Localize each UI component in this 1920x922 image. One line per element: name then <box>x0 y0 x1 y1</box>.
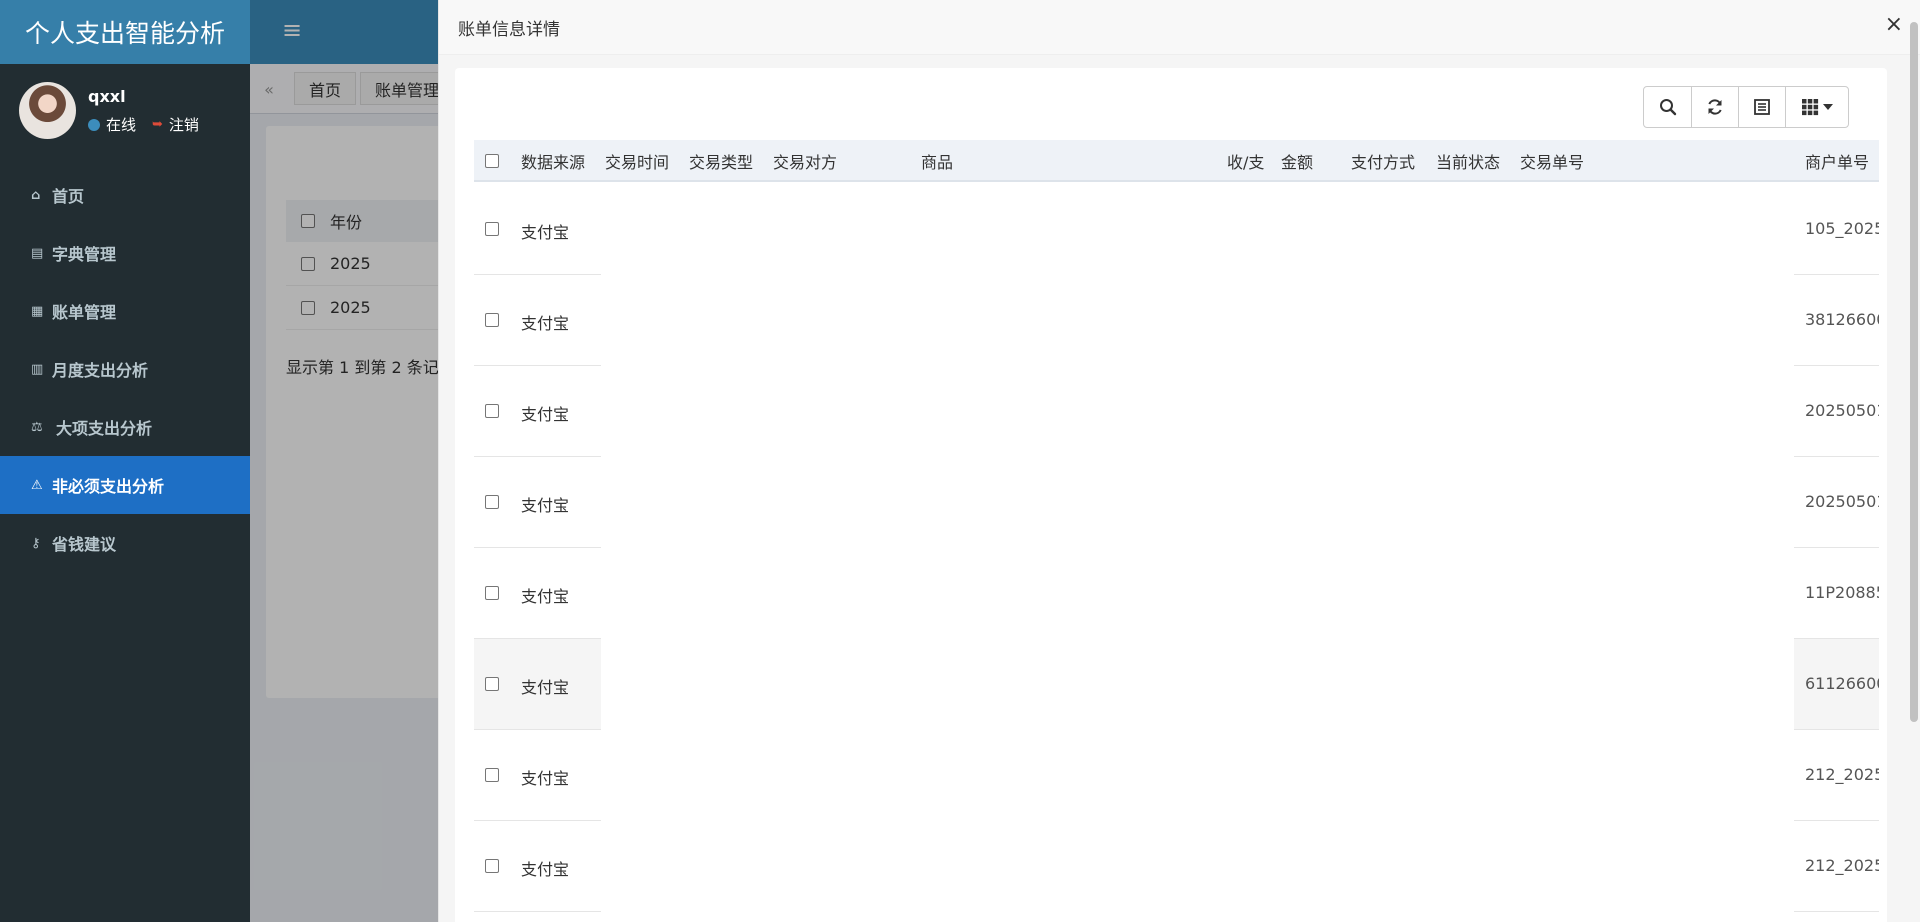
online-dot-icon <box>88 118 100 131</box>
column-header-transaction-no[interactable]: 交易单号 <box>1520 140 1584 182</box>
columns-dropdown-button[interactable] <box>1785 86 1849 128</box>
caret-down-icon <box>1823 104 1833 110</box>
calculator-icon: ▦ <box>31 303 44 319</box>
merchant-no-cell: 6112660000 <box>1805 674 1879 693</box>
table-row[interactable]: 支付宝 3812660000 <box>474 275 1879 366</box>
table-row[interactable]: 支付宝 2025050120 <box>474 457 1879 548</box>
column-header-payment-method[interactable]: 支付方式 <box>1351 140 1415 182</box>
column-header-type[interactable]: 交易类型 <box>689 140 753 182</box>
row-checkbox[interactable] <box>485 768 499 782</box>
close-icon[interactable]: × <box>1885 14 1903 36</box>
table-row-hovered[interactable]: 支付宝 6112660000 <box>474 639 1879 730</box>
sidebar-item-nonessential-analysis[interactable]: ⚠ 非必须支出分析 <box>0 456 250 514</box>
source-cell: 支付宝 <box>521 587 570 606</box>
user-panel: qxxl 在线 ➥ 注销 <box>0 64 250 164</box>
sidebar-item-label: 账单管理 <box>52 303 117 322</box>
sidebar-item-label: 省钱建议 <box>52 535 117 554</box>
logout-icon[interactable]: ➥ <box>152 117 163 132</box>
merchant-no-cell: 3812660000 <box>1805 310 1879 329</box>
search-icon <box>1659 99 1676 116</box>
online-status-label: 在线 <box>106 116 137 134</box>
merchant-no-cell: 212_20250 <box>1805 856 1879 875</box>
warning-icon: ⚠ <box>31 477 43 493</box>
modal-header: 账单信息详情 × <box>439 0 1920 55</box>
scrollbar-thumb[interactable] <box>1910 22 1918 722</box>
columns-icon <box>1802 99 1819 116</box>
table-toolbar <box>1643 86 1849 128</box>
sidebar-item-monthly-analysis[interactable]: ▥ 月度支出分析 <box>0 340 250 398</box>
user-avatar <box>19 82 76 139</box>
sidebar-item-dictionary[interactable]: ▤ 字典管理 <box>0 224 250 282</box>
source-cell: 支付宝 <box>521 769 570 788</box>
row-checkbox[interactable] <box>485 404 499 418</box>
book-icon: ▤ <box>31 245 44 261</box>
select-all-checkbox[interactable] <box>485 154 499 168</box>
row-checkbox[interactable] <box>485 222 499 236</box>
key-icon: ⚷ <box>31 535 41 551</box>
row-checkbox[interactable] <box>485 313 499 327</box>
bill-detail-modal: 账单信息详情 × 数据来源 交易时间 交易类型 交易对方 商品 收/支 金额 支… <box>438 0 1920 922</box>
toggle-view-icon <box>1754 99 1770 115</box>
column-header-amount[interactable]: 金额 <box>1281 140 1313 182</box>
column-header-merchant-no[interactable]: 商户单号 <box>1805 140 1869 182</box>
sidebar-item-label: 字典管理 <box>52 245 117 264</box>
merchant-no-cell: 2025050120 <box>1805 492 1879 511</box>
source-cell: 支付宝 <box>521 496 570 515</box>
calendar-icon: ▥ <box>31 361 44 377</box>
sidebar-item-label: 大项支出分析 <box>56 419 153 438</box>
source-cell: 支付宝 <box>521 678 570 697</box>
table-row[interactable]: 支付宝 105_20250 <box>474 184 1879 275</box>
sidebar-item-label: 非必须支出分析 <box>52 477 165 496</box>
column-header-status[interactable]: 当前状态 <box>1436 140 1500 182</box>
sidebar-item-home[interactable]: ⌂ 首页 <box>0 166 250 224</box>
merchant-no-cell: 105_20250 <box>1805 219 1879 238</box>
sidebar-menu: ⌂ 首页 ▤ 字典管理 ▦ 账单管理 ▥ 月度支出分析 ⚖ 大项支出分析 ⚠ 非… <box>0 166 250 572</box>
table-header-row: 数据来源 交易时间 交易类型 交易对方 商品 收/支 金额 支付方式 当前状态 … <box>474 140 1879 182</box>
column-header-goods[interactable]: 商品 <box>921 140 953 182</box>
sidebar-item-label: 月度支出分析 <box>52 361 149 380</box>
refresh-icon <box>1708 99 1722 115</box>
merchant-no-cell: 212_20250 <box>1805 765 1879 784</box>
column-header-counterparty[interactable]: 交易对方 <box>773 140 837 182</box>
column-header-time[interactable]: 交易时间 <box>605 140 669 182</box>
toggle-view-button[interactable] <box>1738 86 1786 128</box>
app-logo-title[interactable]: 个人支出智能分析 <box>0 0 250 64</box>
modal-body: 数据来源 交易时间 交易类型 交易对方 商品 收/支 金额 支付方式 当前状态 … <box>455 68 1887 922</box>
user-status: 在线 ➥ 注销 <box>88 114 199 135</box>
row-checkbox[interactable] <box>485 586 499 600</box>
table-row[interactable]: 支付宝 212_20250 <box>474 730 1879 821</box>
sidebar: 个人支出智能分析 qxxl 在线 ➥ 注销 ⌂ 首页 ▤ 字典管理 ▦ 账单管理… <box>0 0 250 922</box>
table-row[interactable]: 支付宝 11P208852 <box>474 548 1879 639</box>
row-checkbox[interactable] <box>485 859 499 873</box>
merchant-no-cell: 2025050119 <box>1805 401 1879 420</box>
balance-scale-icon: ⚖ <box>31 419 43 435</box>
sidebar-item-major-analysis[interactable]: ⚖ 大项支出分析 <box>0 398 250 456</box>
source-cell: 支付宝 <box>521 860 570 879</box>
row-checkbox[interactable] <box>485 495 499 509</box>
search-button[interactable] <box>1643 86 1692 128</box>
modal-title: 账单信息详情 <box>458 20 560 40</box>
bill-detail-table: 数据来源 交易时间 交易类型 交易对方 商品 收/支 金额 支付方式 当前状态 … <box>474 140 1879 922</box>
column-header-in-out[interactable]: 收/支 <box>1227 140 1264 182</box>
merchant-no-cell: 11P208852 <box>1805 583 1879 602</box>
home-icon: ⌂ <box>31 187 41 203</box>
modal-scrollbar[interactable] <box>1908 22 1920 722</box>
table-row[interactable]: 支付宝 2025050119 <box>474 366 1879 457</box>
source-cell: 支付宝 <box>521 405 570 424</box>
refresh-button[interactable] <box>1691 86 1739 128</box>
logout-link[interactable]: 注销 <box>169 114 199 135</box>
column-header-source[interactable]: 数据来源 <box>521 140 585 182</box>
source-cell: 支付宝 <box>521 314 570 333</box>
sidebar-item-label: 首页 <box>52 187 85 206</box>
row-checkbox[interactable] <box>485 677 499 691</box>
table-row[interactable]: 支付宝 212_20250 <box>474 821 1879 912</box>
sidebar-item-saving-tips[interactable]: ⚷ 省钱建议 <box>0 514 250 572</box>
sidebar-item-bills[interactable]: ▦ 账单管理 <box>0 282 250 340</box>
source-cell: 支付宝 <box>521 223 570 242</box>
user-name: qxxl <box>88 87 126 106</box>
